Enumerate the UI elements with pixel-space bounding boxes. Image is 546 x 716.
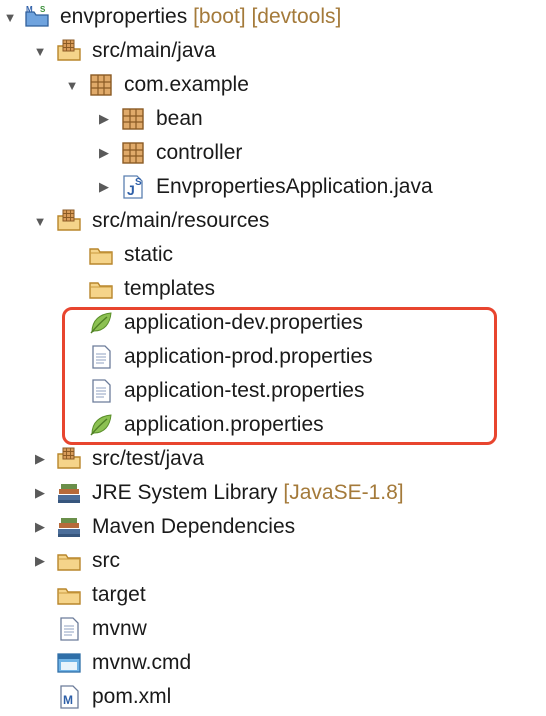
- tree-item-jre-system-library[interactable]: ▶ JRE System Library [JavaSE-1.8]: [0, 476, 546, 510]
- tree-item-label: src/main/java: [92, 39, 216, 62]
- collapse-arrow-icon[interactable]: ▶: [96, 136, 112, 170]
- collapse-arrow-icon[interactable]: ▶: [32, 476, 48, 510]
- tree-item-label: src: [92, 549, 120, 572]
- svg-text:J: J: [127, 182, 135, 198]
- tree-item-src-main-java[interactable]: ▼ src/main/java: [0, 34, 546, 68]
- tree-item-com-example[interactable]: ▼ com.example: [0, 68, 546, 102]
- expand-arrow-icon[interactable]: ▼: [32, 34, 48, 68]
- folder-icon: [56, 548, 82, 574]
- tree-item-bean[interactable]: ▶ bean: [0, 102, 546, 136]
- tree-item-label: com.example: [124, 73, 249, 96]
- tree-item-mvnw[interactable]: mvnw: [0, 612, 546, 646]
- svg-text:M: M: [26, 5, 33, 14]
- tree-item-decoration: [JavaSE-1.8]: [277, 481, 404, 504]
- tree-item-src-test-java[interactable]: ▶ src/test/java: [0, 442, 546, 476]
- source-folder-icon: [56, 446, 82, 472]
- package-icon: [120, 140, 146, 166]
- library-icon: [56, 514, 82, 540]
- tree-item-label: pom.xml: [92, 685, 172, 708]
- expand-arrow-icon[interactable]: ▼: [32, 204, 48, 238]
- collapse-arrow-icon[interactable]: ▶: [96, 170, 112, 204]
- tree-item-controller[interactable]: ▶ controller: [0, 136, 546, 170]
- tree-item-label: JRE System Library [JavaSE-1.8]: [92, 481, 404, 504]
- library-icon: [56, 480, 82, 506]
- maven-project-icon: MS: [24, 4, 50, 30]
- tree-item-label: envproperties [boot] [devtools]: [60, 5, 342, 28]
- cmd-file-icon: [56, 650, 82, 676]
- tree-item-label: src/main/resources: [92, 209, 270, 232]
- source-folder-icon: [56, 208, 82, 234]
- tree-item-src[interactable]: ▶ src: [0, 544, 546, 578]
- source-folder-icon: [56, 38, 82, 64]
- tree-item-maven-dependencies[interactable]: ▶ Maven Dependencies: [0, 510, 546, 544]
- collapse-arrow-icon[interactable]: ▶: [96, 102, 112, 136]
- folder-icon: [88, 276, 114, 302]
- expand-arrow-icon[interactable]: ▼: [64, 68, 80, 102]
- tree-item-templates[interactable]: templates: [0, 272, 546, 306]
- collapse-arrow-icon[interactable]: ▶: [32, 510, 48, 544]
- highlight-box: [62, 307, 497, 445]
- svg-text:S: S: [135, 177, 142, 188]
- tree-item-label: src/test/java: [92, 447, 205, 470]
- tree-item-envpropertiesapplication-java[interactable]: ▶ J S EnvpropertiesApplication.java: [0, 170, 546, 204]
- tree-item-label: EnvpropertiesApplication.java: [156, 175, 433, 198]
- tree-item-envproperties[interactable]: ▼ M Senvproperties [boot] [devtools]: [0, 0, 546, 34]
- maven-pom-icon: M: [56, 684, 82, 710]
- folder-icon: [88, 242, 114, 268]
- tree-item-label: static: [124, 243, 174, 266]
- tree-item-label: mvnw: [92, 617, 147, 640]
- tree-item-label: target: [92, 583, 146, 606]
- tree-item-label: controller: [156, 141, 243, 164]
- tree-item-static[interactable]: static: [0, 238, 546, 272]
- text-file-icon: [56, 616, 82, 642]
- tree-item-pom-xml[interactable]: Mpom.xml: [0, 680, 546, 714]
- svg-text:M: M: [63, 693, 73, 707]
- tree-item-label: Maven Dependencies: [92, 515, 296, 538]
- tree-item-label: mvnw.cmd: [92, 651, 192, 674]
- expand-arrow-icon[interactable]: ▼: [2, 0, 18, 34]
- tree-item-src-main-resources[interactable]: ▼ src/main/resources: [0, 204, 546, 238]
- tree-item-mvnw-cmd[interactable]: mvnw.cmd: [0, 646, 546, 680]
- tree-item-label: templates: [124, 277, 216, 300]
- collapse-arrow-icon[interactable]: ▶: [32, 442, 48, 476]
- svg-text:S: S: [40, 5, 46, 14]
- package-icon: [120, 106, 146, 132]
- tree-item-decoration: [boot] [devtools]: [187, 5, 342, 28]
- tree-item-label: bean: [156, 107, 203, 130]
- package-icon: [88, 72, 114, 98]
- tree-item-target[interactable]: target: [0, 578, 546, 612]
- java-file-icon: JS: [120, 174, 146, 200]
- folder-icon: [56, 582, 82, 608]
- collapse-arrow-icon[interactable]: ▶: [32, 544, 48, 578]
